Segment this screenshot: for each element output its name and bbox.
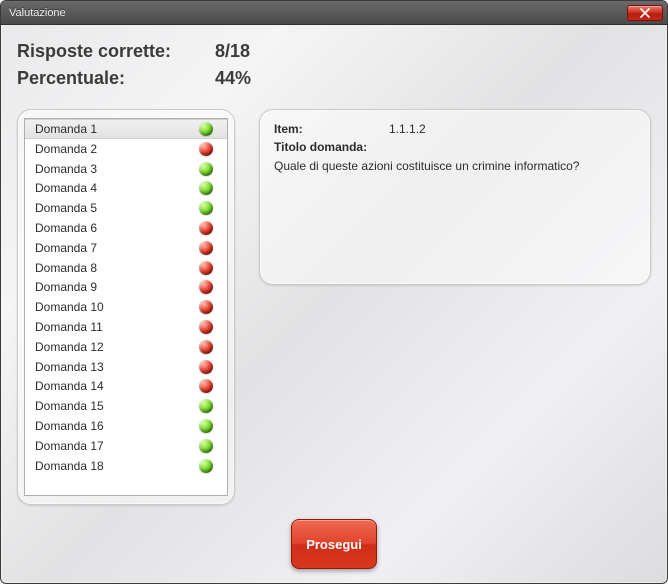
detail-title-label: Titolo domanda: <box>274 140 636 154</box>
question-list-panel: Domanda 1 Domanda 2 Domanda 3 Domanda 4 Doma… <box>17 109 235 505</box>
question-row[interactable]: Domanda 14 <box>25 377 227 397</box>
question-row[interactable]: Domanda 9 <box>25 278 227 298</box>
question-label: Domanda 15 <box>35 399 199 413</box>
question-list[interactable]: Domanda 1 Domanda 2 Domanda 3 Domanda 4 Doma… <box>24 118 228 496</box>
status-correct-icon <box>199 122 213 136</box>
question-detail-panel: Item: 1.1.1.2 Titolo domanda: Quale di q… <box>259 109 651 285</box>
question-label: Domanda 4 <box>35 181 199 195</box>
window-title: Valutazione <box>9 7 66 19</box>
question-row[interactable]: Domanda 11 <box>25 317 227 337</box>
question-row[interactable]: Domanda 8 <box>25 258 227 278</box>
question-row[interactable]: Domanda 4 <box>25 179 227 199</box>
titlebar: Valutazione <box>1 1 667 25</box>
status-correct-icon <box>199 162 213 176</box>
status-incorrect-icon <box>199 379 213 393</box>
close-icon <box>640 8 650 18</box>
question-row[interactable]: Domanda 10 <box>25 297 227 317</box>
question-row[interactable]: Domanda 5 <box>25 198 227 218</box>
question-row[interactable]: Domanda 6 <box>25 218 227 238</box>
question-label: Domanda 2 <box>35 142 199 156</box>
question-label: Domanda 13 <box>35 360 199 374</box>
question-row[interactable]: Domanda 15 <box>25 396 227 416</box>
question-label: Domanda 18 <box>35 459 199 473</box>
status-correct-icon <box>199 439 213 453</box>
close-button[interactable] <box>627 5 663 21</box>
summary-correct-label: Risposte corrette: <box>17 41 215 62</box>
question-label: Domanda 14 <box>35 379 199 393</box>
question-row[interactable]: Domanda 16 <box>25 416 227 436</box>
question-label: Domanda 11 <box>35 320 199 334</box>
summary-block: Risposte corrette: 8/18 Percentuale: 44% <box>17 41 653 95</box>
question-row[interactable]: Domanda 18 <box>25 456 227 476</box>
summary-percent-value: 44% <box>215 68 251 89</box>
status-correct-icon <box>199 201 213 215</box>
status-incorrect-icon <box>199 300 213 314</box>
panels: Domanda 1 Domanda 2 Domanda 3 Domanda 4 Doma… <box>15 109 653 505</box>
summary-percent-row: Percentuale: 44% <box>17 68 653 89</box>
status-incorrect-icon <box>199 241 213 255</box>
evaluation-window: Valutazione Risposte corrette: 8/18 Perc… <box>0 0 668 584</box>
status-incorrect-icon <box>199 280 213 294</box>
question-row[interactable]: Domanda 12 <box>25 337 227 357</box>
status-incorrect-icon <box>199 360 213 374</box>
question-label: Domanda 9 <box>35 280 199 294</box>
detail-item-label: Item: <box>274 122 389 136</box>
content-area: Risposte corrette: 8/18 Percentuale: 44%… <box>1 25 667 583</box>
question-row[interactable]: Domanda 17 <box>25 436 227 456</box>
status-incorrect-icon <box>199 320 213 334</box>
question-label: Domanda 1 <box>35 122 199 136</box>
question-label: Domanda 3 <box>35 162 199 176</box>
question-row[interactable]: Domanda 7 <box>25 238 227 258</box>
question-label: Domanda 17 <box>35 439 199 453</box>
question-label: Domanda 8 <box>35 261 199 275</box>
summary-correct-value: 8/18 <box>215 41 250 62</box>
detail-item-row: Item: 1.1.1.2 <box>274 122 636 136</box>
question-row[interactable]: Domanda 13 <box>25 357 227 377</box>
status-incorrect-icon <box>199 340 213 354</box>
detail-question-text: Quale di queste azioni costituisce un cr… <box>274 158 636 174</box>
status-incorrect-icon <box>199 221 213 235</box>
question-label: Domanda 6 <box>35 221 199 235</box>
question-label: Domanda 10 <box>35 300 199 314</box>
detail-item-value: 1.1.1.2 <box>389 122 426 136</box>
question-row[interactable]: Domanda 2 <box>25 139 227 159</box>
status-correct-icon <box>199 419 213 433</box>
status-correct-icon <box>199 399 213 413</box>
footer: Prosegui <box>1 519 667 569</box>
proceed-button[interactable]: Prosegui <box>291 519 377 569</box>
summary-correct-row: Risposte corrette: 8/18 <box>17 41 653 62</box>
question-label: Domanda 12 <box>35 340 199 354</box>
question-label: Domanda 5 <box>35 201 199 215</box>
summary-percent-label: Percentuale: <box>17 68 215 89</box>
status-incorrect-icon <box>199 261 213 275</box>
question-label: Domanda 7 <box>35 241 199 255</box>
status-correct-icon <box>199 181 213 195</box>
question-row[interactable]: Domanda 3 <box>25 159 227 179</box>
question-row[interactable]: Domanda 1 <box>25 119 227 139</box>
status-incorrect-icon <box>199 142 213 156</box>
status-correct-icon <box>199 459 213 473</box>
question-label: Domanda 16 <box>35 419 199 433</box>
